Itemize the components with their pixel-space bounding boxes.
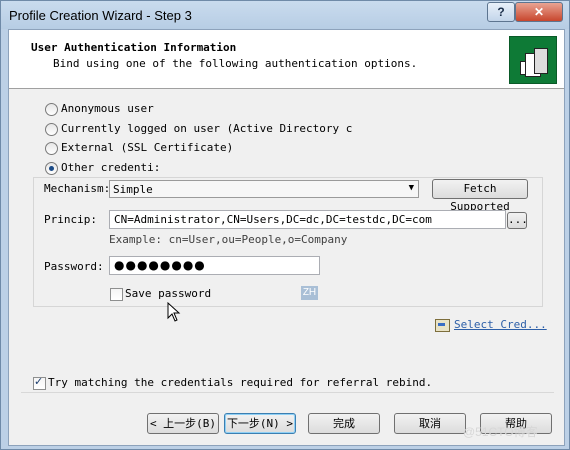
- principal-example: Example: cn=User,ou=People,o=Company: [109, 233, 348, 246]
- footer-divider: [21, 392, 554, 393]
- close-button[interactable]: ✕: [515, 2, 563, 22]
- radio-label: Other credenti:: [61, 161, 161, 174]
- radio-button[interactable]: [45, 142, 58, 155]
- watermark: @51CTO博客: [463, 425, 538, 439]
- principal-input[interactable]: CN=Administrator,CN=Users,DC=dc,DC=testd…: [109, 210, 506, 229]
- password-input[interactable]: ●●●●●●●●: [109, 256, 320, 275]
- password-label: Password:: [44, 260, 104, 273]
- referral-rebind-checkbox[interactable]: [33, 375, 46, 390]
- radio-label: Anonymous user: [61, 102, 154, 115]
- finish-button[interactable]: 完成: [308, 413, 380, 434]
- select-credential-icon[interactable]: [435, 319, 450, 332]
- radio-label: External (SSL Certificate): [61, 141, 234, 154]
- wizard-body: User Authentication Information Bind usi…: [8, 29, 565, 446]
- fetch-supported-button[interactable]: Fetch Supported: [432, 179, 528, 213]
- wizard-window: Profile Creation Wizard - Step 3 ? ✕ Use…: [0, 0, 570, 450]
- radio-button[interactable]: [45, 162, 58, 175]
- cancel-button[interactable]: 取消: [394, 413, 466, 434]
- chevron-down-icon[interactable]: ▼: [409, 183, 414, 193]
- ime-indicator: ZH: [301, 286, 318, 300]
- title-bar[interactable]: Profile Creation Wizard - Step 3 ? ✕: [1, 1, 569, 29]
- principal-label: Princip:: [44, 213, 97, 226]
- back-button[interactable]: < 上一步(B): [147, 413, 219, 434]
- save-password-label: Save password: [125, 287, 212, 300]
- select-cred-link[interactable]: Select Cred...: [454, 318, 547, 331]
- page-title: User Authentication Information: [31, 41, 237, 54]
- next-button[interactable]: 下一步(N) >: [224, 413, 296, 434]
- mechanism-label: Mechanism:: [44, 182, 111, 195]
- mechanism-value: Simple: [113, 183, 153, 196]
- mouse-cursor-icon: [167, 302, 181, 322]
- radio-button[interactable]: [45, 123, 58, 136]
- save-password-checkbox[interactable]: [110, 288, 123, 301]
- browse-principal-button[interactable]: ...: [507, 212, 528, 229]
- directory-server-icon: [509, 36, 557, 84]
- radio-label: Currently logged on user (Active Directo…: [61, 122, 353, 135]
- referral-rebind-label: Try matching the credentials required fo…: [48, 376, 433, 389]
- mechanism-select[interactable]: Simple ▼: [109, 180, 419, 198]
- wizard-header: User Authentication Information Bind usi…: [9, 30, 564, 89]
- help-title-button[interactable]: ?: [487, 2, 515, 22]
- page-subtitle: Bind using one of the following authenti…: [53, 57, 418, 70]
- radio-button[interactable]: [45, 103, 58, 116]
- window-title: Profile Creation Wizard - Step 3: [9, 8, 192, 23]
